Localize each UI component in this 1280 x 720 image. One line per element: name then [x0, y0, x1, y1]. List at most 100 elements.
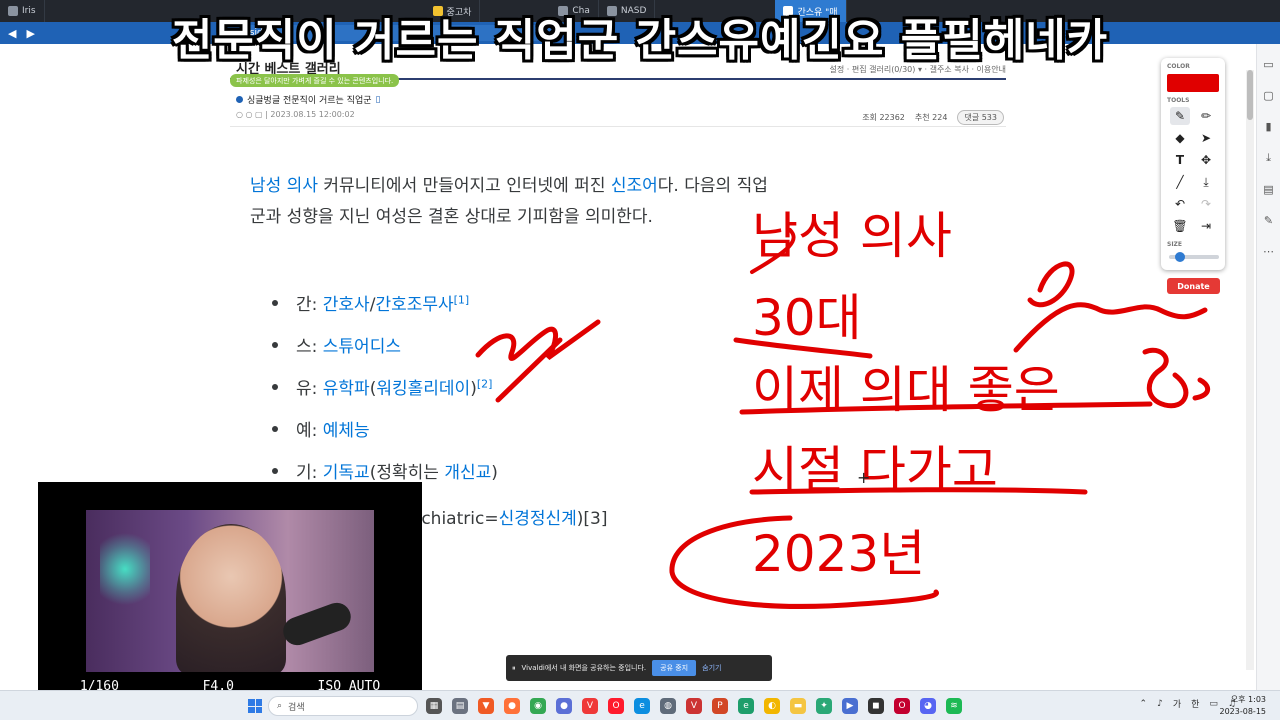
panel-notes-icon[interactable]: ✎	[1264, 214, 1273, 227]
undo-icon[interactable]: ↶	[1170, 195, 1190, 213]
network-icon[interactable]: ▭	[1209, 699, 1218, 709]
page-scrollbar[interactable]	[1246, 70, 1254, 670]
taskbar-apps: ▦ ▤ ▼ ● ◉ ● V O e ◍ V P e ◐ ▬ ✦ ▶ ◼ O ◕ …	[426, 698, 962, 714]
panel-history-icon[interactable]: ▤	[1263, 183, 1273, 196]
search-icon: ⌕	[277, 701, 283, 711]
exit-icon[interactable]: ⇥	[1196, 217, 1216, 235]
edge-beta-icon[interactable]: e	[738, 698, 754, 714]
list-item: 유: 유학파(워킹홀리데이)[2]	[270, 374, 498, 416]
app-icon[interactable]: ◍	[660, 698, 676, 714]
crosshair-cursor-icon: +	[857, 468, 871, 487]
pause-icon: ⏸	[512, 663, 516, 672]
occupation-list: 간: 간호사/간호조무사[1] 스: 스튜어디스 유: 유학파(워킹홀리데이)[…	[270, 290, 498, 500]
opera-gx-icon[interactable]: O	[894, 698, 910, 714]
app-dark-icon[interactable]: ◼	[868, 698, 884, 714]
post-meta: ○ ○ ▢ | 2023.08.15 12:00:02	[236, 110, 355, 119]
panel-window-icon[interactable]: ▢	[1263, 89, 1273, 102]
link-stewardess[interactable]: 스튜어디스	[323, 337, 401, 357]
divider	[230, 126, 1006, 127]
vivaldi-active-icon[interactable]: V	[686, 698, 702, 714]
vivaldi-icon[interactable]: V	[582, 698, 598, 714]
annotation-scribble	[1142, 347, 1211, 409]
firefox-dev-icon[interactable]: ●	[556, 698, 572, 714]
annotation-line-4: 시절 다가고	[752, 441, 998, 499]
link-neologism[interactable]: 신조어	[611, 176, 658, 196]
app-green-icon[interactable]: ✦	[816, 698, 832, 714]
article-intro: 남성 의사 커뮤니티에서 만들어지고 인터넷에 퍼진 신조어다. 다음의 직업군…	[250, 176, 768, 227]
opera-icon[interactable]: O	[608, 698, 624, 714]
link-nurse-aide[interactable]: 간호조무사	[375, 295, 453, 315]
discord-icon[interactable]: ◕	[920, 698, 936, 714]
panel-more-icon[interactable]: ⋯	[1263, 245, 1274, 258]
link-christian[interactable]: 기독교	[323, 463, 370, 483]
firefox-icon[interactable]: ●	[504, 698, 520, 714]
taskbar: ⌕ 검색 ▦ ▤ ▼ ● ◉ ● V O e ◍ V P e ◐ ▬ ✦ ▶ ◼ …	[0, 690, 1280, 720]
webcam-overlay: 1/160 F4.0 ISO AUTO	[38, 482, 422, 700]
drawing-tool-palette: COLOR TOOLS ✎ ✏ ◆ ➤ T ✥ ╱ ⤓ ↶ ↷ 🗑 ⇥ SIZE	[1161, 58, 1225, 270]
files-icon[interactable]: ▤	[452, 698, 468, 714]
comment-count-button[interactable]: 댓글 533	[957, 110, 1004, 125]
link-study-abroad[interactable]: 유학파	[323, 379, 370, 399]
stop-sharing-button[interactable]: 공유 중지	[652, 660, 697, 676]
link-nurse[interactable]: 간호사	[323, 295, 370, 315]
powerpoint-icon[interactable]: P	[712, 698, 728, 714]
clock[interactable]: 오후 1:03 2023-08-15	[1220, 694, 1267, 718]
link-protestant[interactable]: 개신교	[444, 463, 491, 483]
download-icon[interactable]: ⤓	[1196, 173, 1216, 191]
edge-icon[interactable]: e	[634, 698, 650, 714]
taskbar-search[interactable]: ⌕ 검색	[268, 696, 418, 716]
scrollbar-thumb[interactable]	[1247, 70, 1253, 120]
panel-bookmark-icon[interactable]: ▮	[1265, 120, 1271, 133]
highlighter-icon[interactable]: ✏	[1196, 107, 1216, 125]
trash-icon[interactable]: 🗑	[1170, 217, 1190, 235]
move-icon[interactable]: ✥	[1196, 151, 1216, 169]
list-item: 예: 예체능	[270, 416, 498, 458]
video-subtitle: 전문직이 거르는 직업군 간스유예긴요 플필헤네카	[171, 15, 1109, 66]
annotation-line-1: 남성 의사	[752, 207, 952, 265]
panel-download-icon[interactable]: ⤓	[1266, 151, 1271, 165]
line-icon[interactable]: ╱	[1170, 173, 1190, 191]
link-working-holiday[interactable]: 워킹홀리데이	[376, 379, 470, 399]
browser-side-panel: ▭ ▢ ▮ ⤓ ▤ ✎ ⋯	[1256, 44, 1280, 690]
link-arts[interactable]: 예체능	[323, 421, 370, 441]
list-item: 간: 간호사/간호조무사[1]	[270, 290, 498, 332]
media-icon[interactable]: ▶	[842, 698, 858, 714]
microphone-icon[interactable]: ♪	[1157, 699, 1163, 709]
task-view-icon[interactable]: ▦	[426, 698, 442, 714]
link-male-doctor[interactable]: 남성 의사	[250, 176, 318, 196]
size-slider[interactable]	[1169, 252, 1219, 262]
link-neuropsychiatry[interactable]: 신경정신계	[499, 509, 577, 529]
mobile-icon: ▯	[375, 94, 381, 105]
microphone	[279, 598, 355, 650]
color-swatch[interactable]	[1167, 74, 1219, 92]
donate-button[interactable]: Donate	[1167, 278, 1220, 294]
hide-button[interactable]: 숨기기	[702, 663, 721, 673]
spotify-icon[interactable]: ≋	[946, 698, 962, 714]
app-yellow-icon[interactable]: ◐	[764, 698, 780, 714]
brave-icon[interactable]: ▼	[478, 698, 494, 714]
streamer	[176, 524, 286, 672]
clock-date: 2023-08-15	[1219, 707, 1267, 716]
chrome-icon[interactable]: ◉	[530, 698, 546, 714]
ime-mode[interactable]: 가	[1173, 697, 1181, 710]
eraser-icon[interactable]: ◆	[1170, 129, 1190, 147]
redo-icon[interactable]: ↷	[1196, 195, 1216, 213]
footnote-link[interactable]: [1]	[454, 293, 470, 306]
text-icon[interactable]: T	[1170, 151, 1190, 169]
recommend-count: 추천 224	[914, 113, 948, 122]
tray-expand-icon[interactable]: ⌃	[1140, 699, 1148, 709]
footnote-link[interactable]: [2]	[477, 377, 493, 390]
pen-icon[interactable]: ✎	[1170, 107, 1190, 125]
hexagon-light	[100, 524, 150, 614]
folder-icon[interactable]: ▬	[790, 698, 806, 714]
size-label: SIZE	[1167, 241, 1183, 248]
list-item: 스: 스튜어디스	[270, 332, 498, 374]
annotation-line-5: 2023년	[752, 525, 926, 583]
notice-badge: 파제성은 달아지만 가벼게 즐길 수 있는 콘텐츠입니다.	[230, 74, 400, 87]
ime-language[interactable]: 한	[1191, 697, 1199, 710]
annotation-scribble	[1013, 261, 1208, 353]
size-slider-knob[interactable]	[1175, 252, 1185, 262]
pointer-icon[interactable]: ➤	[1196, 129, 1216, 147]
start-button[interactable]	[248, 699, 262, 713]
view-count: 조회 22362	[862, 113, 905, 122]
